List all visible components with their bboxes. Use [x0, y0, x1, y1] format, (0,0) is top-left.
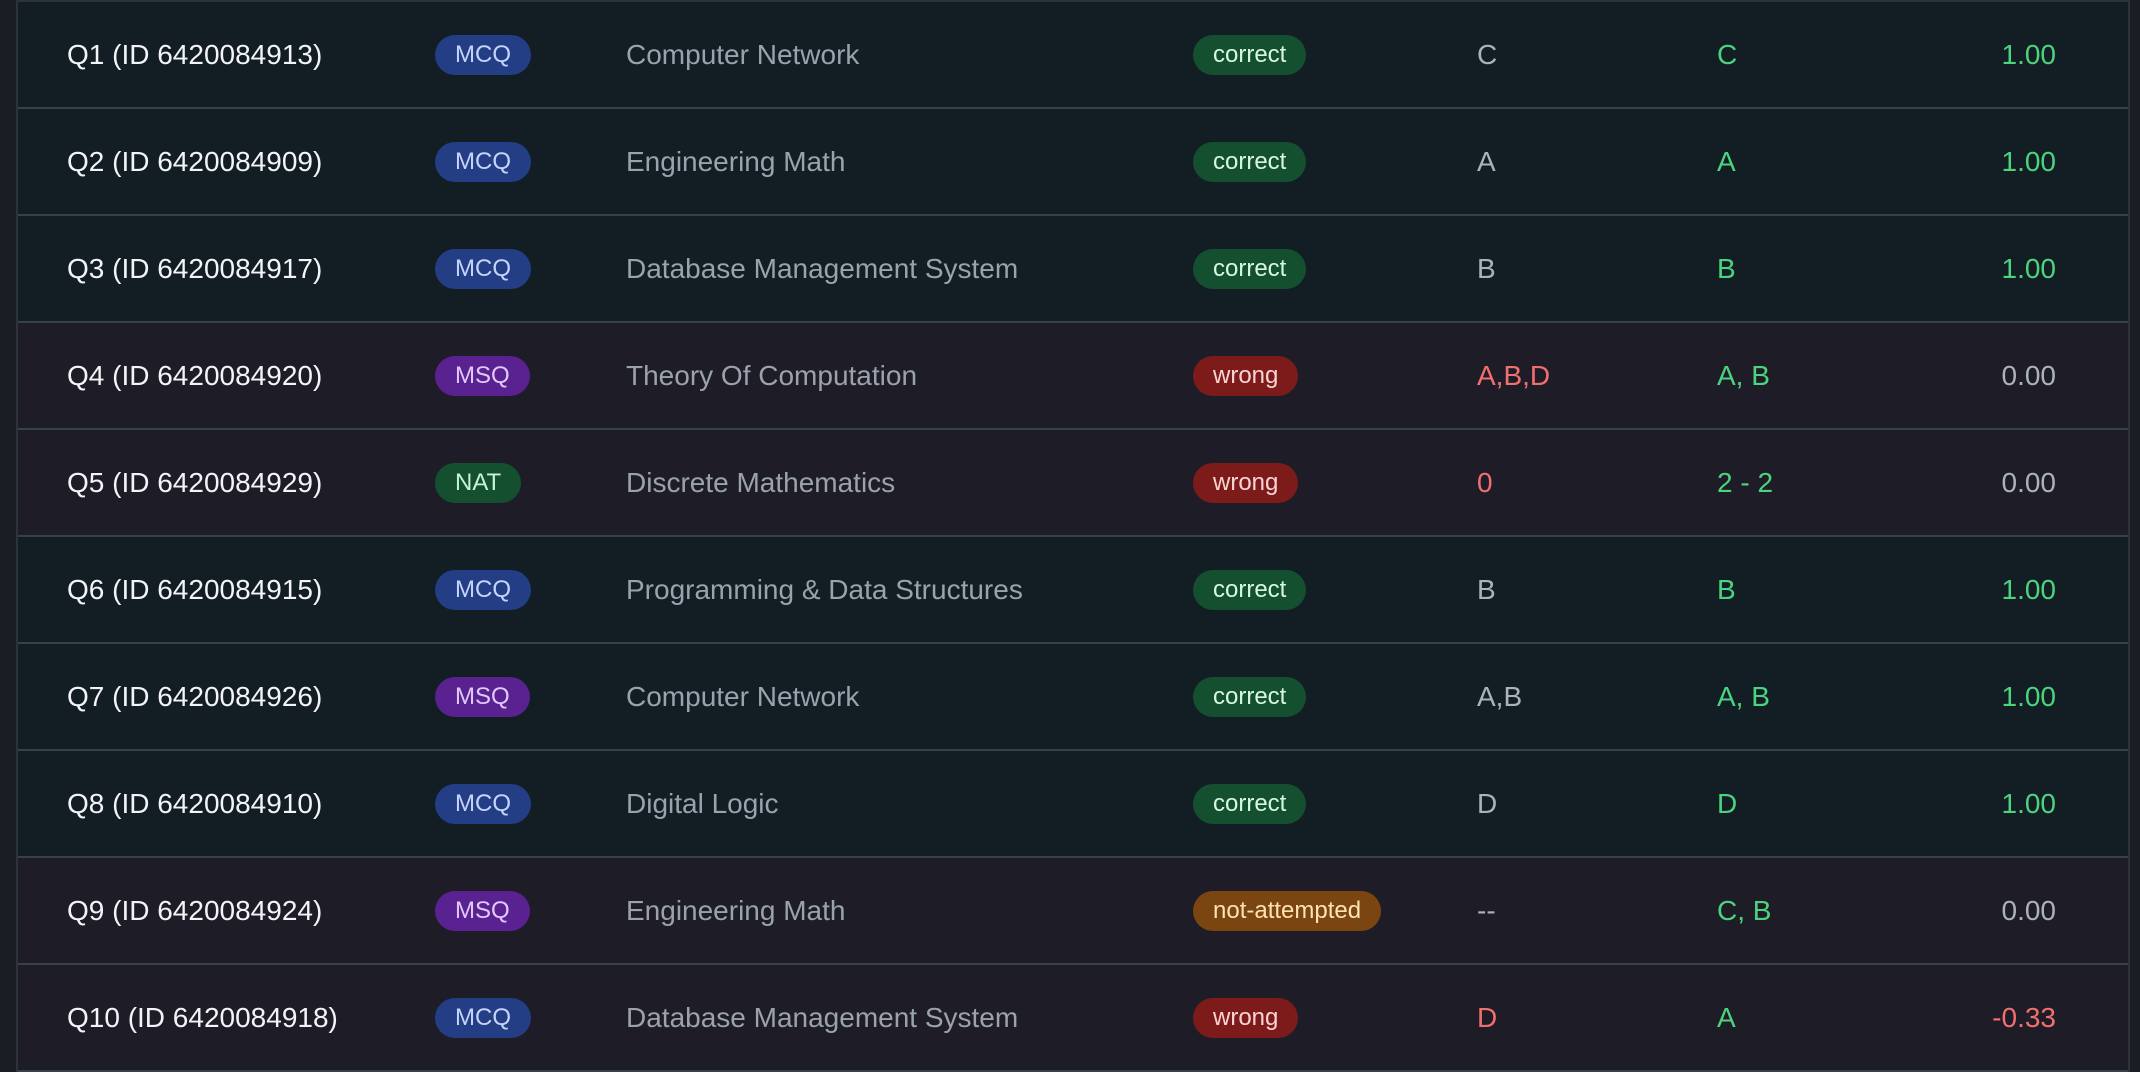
correct-answer: D	[1717, 787, 1738, 819]
correct-answer: A, B	[1717, 680, 1770, 712]
status-badge: not-attempted	[1193, 890, 1382, 931]
correct-answer: A	[1717, 1001, 1736, 1033]
marks: 0.00	[2001, 894, 2057, 926]
given-answer: A,B	[1477, 680, 1523, 712]
question-id: Q1 (ID 6420084913)	[67, 38, 323, 70]
status-badge: correct	[1193, 676, 1307, 717]
subject: Engineering Math	[626, 145, 846, 177]
status-badge: correct	[1193, 141, 1307, 182]
table-row[interactable]: Q9 (ID 6420084924) MSQ Engineering Math …	[18, 858, 2128, 965]
marks: -0.33	[1992, 1001, 2056, 1033]
status-badge: wrong	[1193, 462, 1299, 503]
given-answer: B	[1477, 252, 1496, 284]
subject: Discrete Mathematics	[626, 466, 896, 498]
given-answer: --	[1477, 894, 1496, 926]
question-id: Q3 (ID 6420084917)	[67, 252, 323, 284]
question-id: Q8 (ID 6420084910)	[67, 787, 323, 819]
marks: 1.00	[2001, 252, 2057, 284]
status-badge: wrong	[1193, 997, 1299, 1038]
marks: 1.00	[2001, 38, 2057, 70]
table-row[interactable]: Q1 (ID 6420084913) MCQ Computer Network …	[18, 2, 2128, 109]
subject: Database Management System	[626, 1001, 1019, 1033]
table-row[interactable]: Q3 (ID 6420084917) MCQ Database Manageme…	[18, 216, 2128, 323]
subject: Database Management System	[626, 252, 1019, 284]
correct-answer: 2 - 2	[1717, 466, 1774, 498]
question-id: Q9 (ID 6420084924)	[67, 894, 323, 926]
given-answer: C	[1477, 38, 1498, 70]
question-type-badge: NAT	[435, 462, 522, 503]
status-badge: correct	[1193, 783, 1307, 824]
table-row[interactable]: Q5 (ID 6420084929) NAT Discrete Mathemat…	[18, 430, 2128, 537]
given-answer: D	[1477, 1001, 1498, 1033]
question-type-badge: MCQ	[435, 141, 531, 182]
question-id: Q6 (ID 6420084915)	[67, 573, 323, 605]
question-id: Q2 (ID 6420084909)	[67, 145, 323, 177]
question-id: Q10 (ID 6420084918)	[67, 1001, 338, 1033]
correct-answer: A, B	[1717, 359, 1770, 391]
question-id: Q5 (ID 6420084929)	[67, 466, 323, 498]
given-answer: B	[1477, 573, 1496, 605]
subject: Digital Logic	[626, 787, 779, 819]
given-answer: A,B,D	[1477, 359, 1551, 391]
marks: 1.00	[2001, 680, 2057, 712]
status-badge: wrong	[1193, 355, 1299, 396]
question-type-badge: MSQ	[435, 355, 530, 396]
question-type-badge: MCQ	[435, 34, 531, 75]
table-row[interactable]: Q7 (ID 6420084926) MSQ Computer Network …	[18, 644, 2128, 751]
question-type-badge: MSQ	[435, 890, 530, 931]
status-badge: correct	[1193, 248, 1307, 289]
table-row[interactable]: Q4 (ID 6420084920) MSQ Theory Of Computa…	[18, 323, 2128, 430]
subject: Programming & Data Structures	[626, 573, 1023, 605]
table-row[interactable]: Q10 (ID 6420084918) MCQ Database Managem…	[18, 965, 2128, 1072]
correct-answer: B	[1717, 252, 1736, 284]
given-answer: A	[1477, 145, 1496, 177]
table-row[interactable]: Q6 (ID 6420084915) MCQ Programming & Dat…	[18, 537, 2128, 644]
table-row[interactable]: Q8 (ID 6420084910) MCQ Digital Logic cor…	[18, 751, 2128, 858]
given-answer: D	[1477, 787, 1498, 819]
marks: 0.00	[2001, 466, 2057, 498]
correct-answer: A	[1717, 145, 1736, 177]
marks: 0.00	[2001, 359, 2057, 391]
question-id: Q7 (ID 6420084926)	[67, 680, 323, 712]
question-type-badge: MSQ	[435, 676, 530, 717]
table-row[interactable]: Q2 (ID 6420084909) MCQ Engineering Math …	[18, 109, 2128, 216]
results-table: Q1 (ID 6420084913) MCQ Computer Network …	[16, 0, 2130, 1072]
status-badge: correct	[1193, 569, 1307, 610]
marks: 1.00	[2001, 145, 2057, 177]
subject: Theory Of Computation	[626, 359, 918, 391]
correct-answer: C	[1717, 38, 1738, 70]
question-type-badge: MCQ	[435, 569, 531, 610]
given-answer: 0	[1477, 466, 1493, 498]
question-id: Q4 (ID 6420084920)	[67, 359, 323, 391]
subject: Computer Network	[626, 38, 860, 70]
subject: Computer Network	[626, 680, 860, 712]
marks: 1.00	[2001, 573, 2057, 605]
subject: Engineering Math	[626, 894, 846, 926]
correct-answer: B	[1717, 573, 1736, 605]
question-type-badge: MCQ	[435, 997, 531, 1038]
question-type-badge: MCQ	[435, 783, 531, 824]
question-type-badge: MCQ	[435, 248, 531, 289]
correct-answer: C, B	[1717, 894, 1772, 926]
status-badge: correct	[1193, 34, 1307, 75]
marks: 1.00	[2001, 787, 2057, 819]
